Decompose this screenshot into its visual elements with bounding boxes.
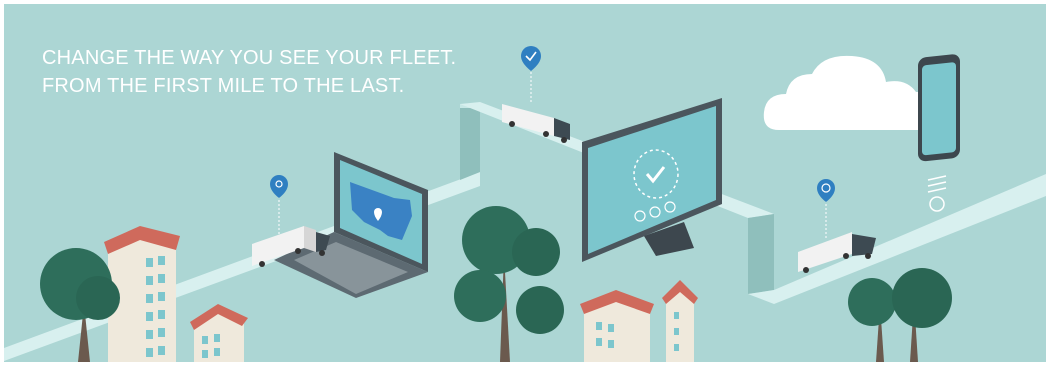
headline-line-1: CHANGE THE WAY YOU SEE YOUR FLEET. [42, 47, 457, 69]
headline-line-2: FROM THE FIRST MILE TO THE LAST. [42, 75, 405, 97]
hero-headline: CHANGE THE WAY YOU SEE YOUR FLEET. FROM … [42, 44, 456, 100]
building [580, 290, 654, 362]
hero-banner: CHANGE THE WAY YOU SEE YOUR FLEET. FROM … [4, 4, 1046, 362]
